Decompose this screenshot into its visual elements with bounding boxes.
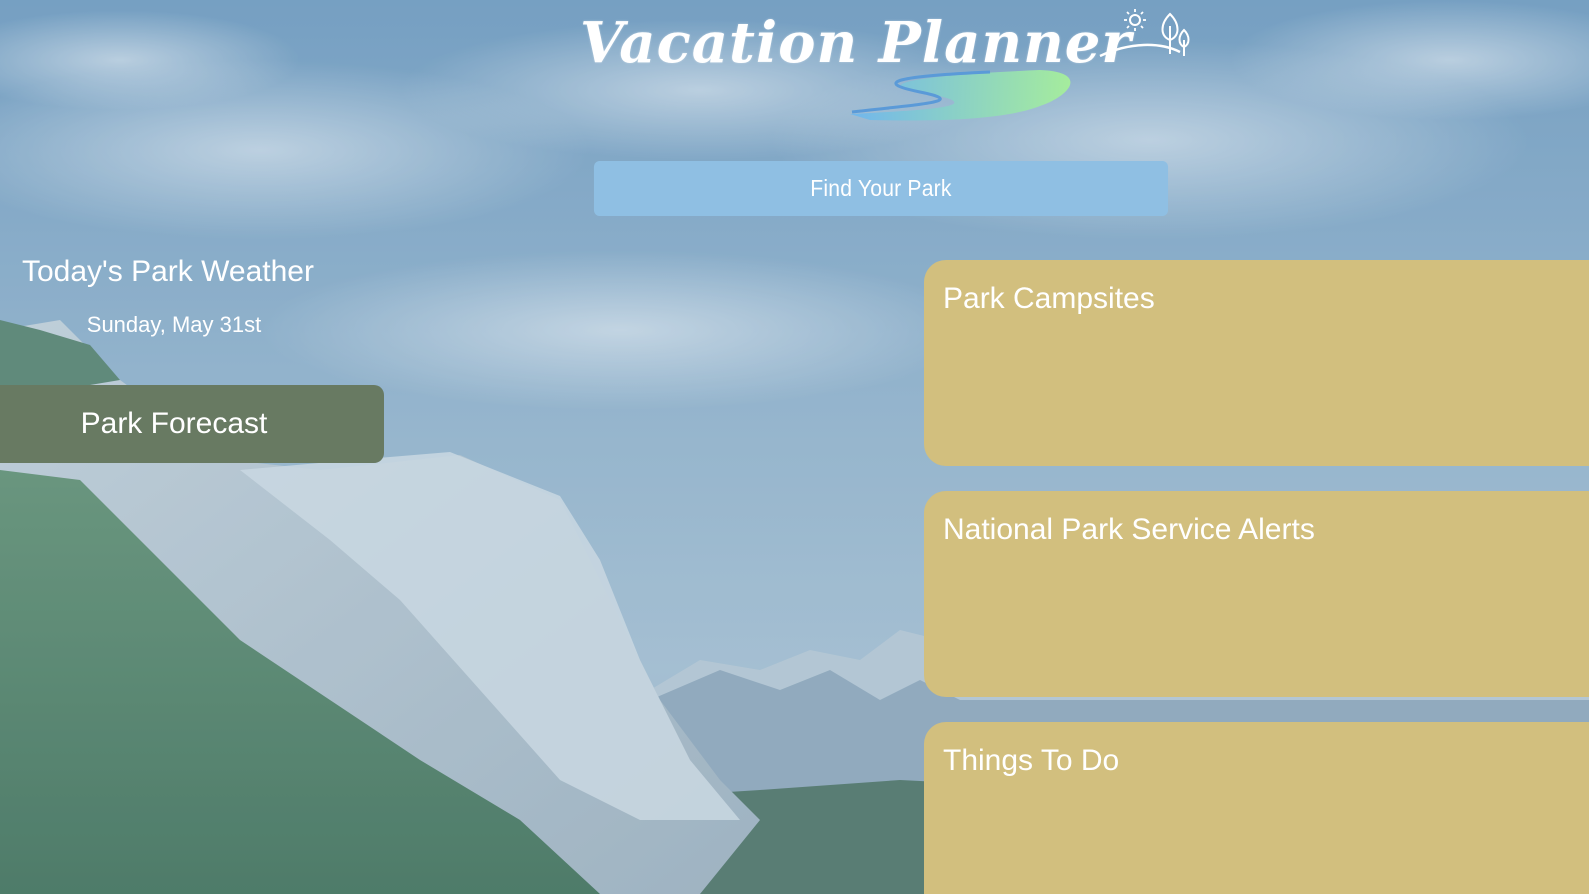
- park-forecast-button[interactable]: Park Forecast: [0, 385, 384, 463]
- park-campsites-panel[interactable]: Park Campsites: [924, 260, 1589, 466]
- panel-title: Park Campsites: [943, 282, 1155, 315]
- nps-alerts-panel[interactable]: National Park Service Alerts: [924, 491, 1589, 697]
- weather-date: Sunday, May 31st: [86, 312, 262, 337]
- things-to-do-panel[interactable]: Things To Do: [924, 722, 1589, 894]
- app-logo[interactable]: Vacation Planner: [570, 6, 1190, 131]
- panel-title: National Park Service Alerts: [943, 513, 1315, 546]
- find-your-park-button[interactable]: Find Your Park: [593, 161, 1169, 216]
- logo-text: Vacation Planner: [580, 10, 1132, 76]
- weather-title: Today's Park Weather: [22, 255, 314, 288]
- panel-title: Things To Do: [943, 744, 1120, 777]
